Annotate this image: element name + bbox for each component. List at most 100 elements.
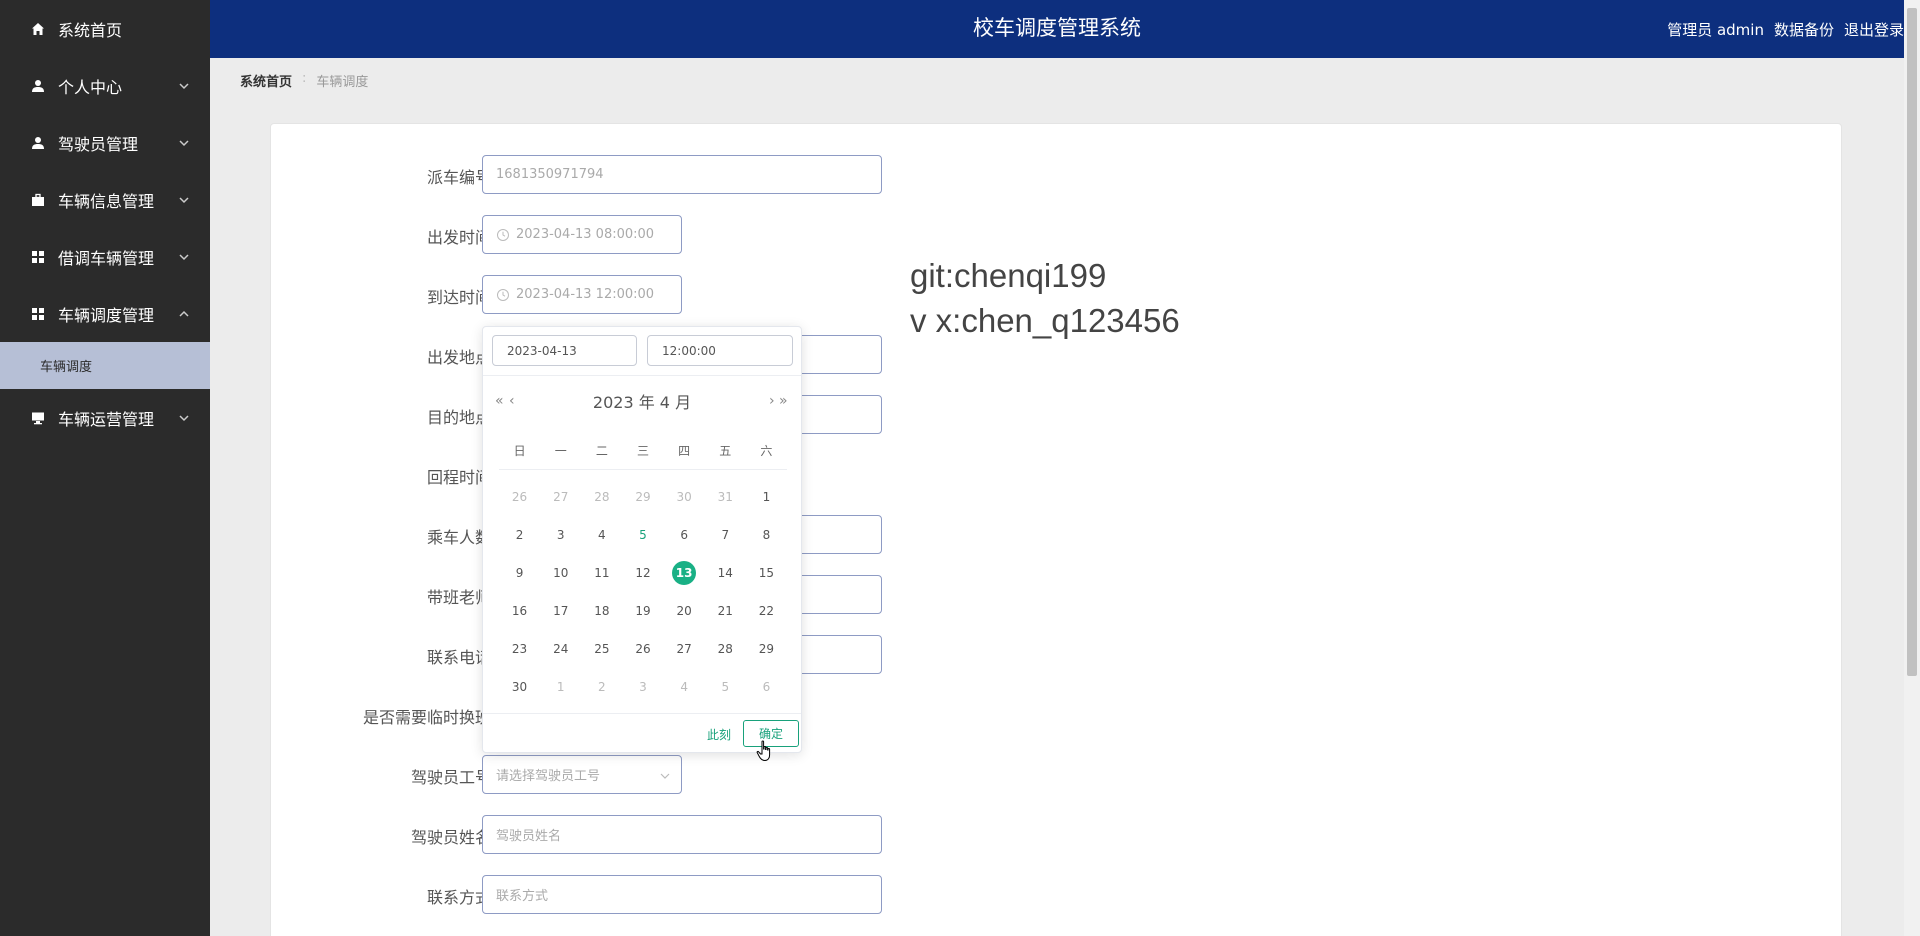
depart-place-label: 出发地点: [426, 348, 491, 367]
driver-id-placeholder: 请选择驾驶员工号: [496, 769, 601, 784]
day-cell[interactable]: 1: [746, 490, 787, 504]
monitor-icon: [30, 410, 46, 426]
briefcase-icon: [30, 192, 46, 208]
sidebar-item-label: 个人中心: [58, 77, 123, 97]
day-cell[interactable]: 7: [705, 528, 746, 542]
picker-day-grid: 26 27 28 29 30 31 1 2 3 4 5 6 7 8 9 10 1…: [499, 478, 787, 706]
day-cell[interactable]: 4: [664, 680, 705, 694]
sidebar-item-label: 车辆运营管理: [58, 409, 155, 429]
day-cell[interactable]: 28: [705, 642, 746, 656]
day-cell[interactable]: 21: [705, 604, 746, 618]
sidebar-item-operations[interactable]: 车辆运营管理: [0, 389, 210, 446]
day-cell[interactable]: 16: [499, 604, 540, 618]
day-cell[interactable]: 30: [664, 490, 705, 504]
dispatch-no-value: 1681350971794: [496, 167, 604, 182]
driver-name-field[interactable]: 驾驶员姓名: [482, 815, 882, 854]
next-year-button[interactable]: »: [779, 393, 787, 409]
day-cell[interactable]: 29: [746, 642, 787, 656]
arrive-time-label: 到达时间: [426, 288, 491, 307]
day-cell[interactable]: 3: [540, 528, 581, 542]
sidebar-item-label: 车辆信息管理: [58, 191, 155, 211]
day-cell[interactable]: 11: [581, 566, 622, 580]
day-cell[interactable]: 9: [499, 566, 540, 580]
picker-date-input[interactable]: 2023-04-13: [492, 335, 637, 366]
logout-link[interactable]: 退出登录: [1844, 19, 1904, 40]
day-cell[interactable]: 26: [622, 642, 663, 656]
day-cell[interactable]: 17: [540, 604, 581, 618]
sidebar-subitem-dispatch[interactable]: 车辆调度: [0, 342, 210, 389]
chevron-down-icon: [179, 139, 189, 146]
day-cell[interactable]: 22: [746, 604, 787, 618]
scrollbar-thumb[interactable]: [1907, 8, 1917, 676]
weekday-label: 二: [595, 444, 608, 458]
week-row: 30 1 2 3 4 5 6: [499, 668, 787, 706]
day-cell[interactable]: 20: [664, 604, 705, 618]
contact-label: 联系方式: [426, 888, 491, 907]
breadcrumb-home[interactable]: 系统首页: [240, 71, 292, 90]
arrive-time-field[interactable]: 2023-04-13 12:00:00: [482, 275, 682, 314]
sidebar-item-label: 借调车辆管理: [58, 248, 155, 268]
sidebar-item-label: 系统首页: [58, 20, 123, 40]
sidebar-item-drivers[interactable]: 驾驶员管理: [0, 114, 210, 171]
dispatch-no-field[interactable]: 1681350971794: [482, 155, 882, 194]
day-cell[interactable]: 6: [746, 680, 787, 694]
week-row: 9 10 11 12 13 14 15: [499, 554, 787, 592]
day-cell-today[interactable]: 5: [622, 528, 663, 542]
day-cell[interactable]: 3: [622, 680, 663, 694]
breadcrumb-separator: :: [302, 71, 307, 86]
hand-cursor-icon: [756, 740, 771, 762]
day-cell[interactable]: 27: [540, 490, 581, 504]
day-cell[interactable]: 1: [540, 680, 581, 694]
depart-time-field[interactable]: 2023-04-13 08:00:00: [482, 215, 682, 254]
day-cell[interactable]: 12: [622, 566, 663, 580]
day-cell[interactable]: 30: [499, 680, 540, 694]
driver-id-select[interactable]: 请选择驾驶员工号: [482, 755, 682, 794]
data-backup-link[interactable]: 数据备份: [1774, 19, 1834, 40]
teacher-label: 带班老师: [426, 588, 491, 607]
picker-month-header: 2023 年 4 月: [592, 393, 692, 412]
day-cell[interactable]: 18: [581, 604, 622, 618]
day-cell[interactable]: 8: [746, 528, 787, 542]
user-icon: [30, 78, 46, 94]
day-cell[interactable]: 24: [540, 642, 581, 656]
day-cell[interactable]: 2: [581, 680, 622, 694]
day-cell[interactable]: 10: [540, 566, 581, 580]
weekday-label: 一: [554, 444, 567, 458]
sidebar-item-home[interactable]: 系统首页: [0, 0, 210, 57]
day-cell[interactable]: 28: [581, 490, 622, 504]
day-cell[interactable]: 31: [705, 490, 746, 504]
sidebar-item-vehicle-info[interactable]: 车辆信息管理: [0, 171, 210, 228]
day-cell[interactable]: 27: [664, 642, 705, 656]
sidebar-item-personal[interactable]: 个人中心: [0, 57, 210, 114]
top-header: 校车调度管理系统 管理员 admin 数据备份 退出登录: [210, 0, 1904, 58]
day-cell[interactable]: 29: [622, 490, 663, 504]
day-cell[interactable]: 23: [499, 642, 540, 656]
grid-icon: [30, 249, 46, 265]
driver-name-label: 驾驶员姓名: [410, 828, 491, 847]
sidebar: 系统首页 个人中心 驾驶员管理 车辆信息管理 借调车辆管理 车辆调度管理 车辆调…: [0, 0, 210, 936]
day-cell[interactable]: 25: [581, 642, 622, 656]
day-cell[interactable]: 2: [499, 528, 540, 542]
day-cell[interactable]: 4: [581, 528, 622, 542]
picker-now-button[interactable]: 此刻: [707, 726, 731, 743]
depart-time-label: 出发时间: [426, 228, 491, 247]
day-cell-selected[interactable]: 13: [664, 561, 705, 585]
day-cell[interactable]: 19: [622, 604, 663, 618]
chevron-down-icon: [179, 253, 189, 260]
day-cell[interactable]: 5: [705, 680, 746, 694]
contact-field[interactable]: 联系方式: [482, 875, 882, 914]
weekday-label: 日: [513, 444, 526, 458]
day-cell[interactable]: 15: [746, 566, 787, 580]
phone-label: 联系电话: [426, 648, 491, 667]
picker-time-input[interactable]: 12:00:00: [647, 335, 793, 366]
sidebar-item-dispatch[interactable]: 车辆调度管理: [0, 285, 210, 342]
day-cell[interactable]: 6: [664, 528, 705, 542]
day-cell[interactable]: 26: [499, 490, 540, 504]
next-month-button[interactable]: ›: [769, 393, 774, 409]
sidebar-item-label: 驾驶员管理: [58, 134, 139, 154]
picker-date-value: 2023-04-13: [507, 343, 577, 358]
sidebar-item-loan-vehicles[interactable]: 借调车辆管理: [0, 228, 210, 285]
arrive-time-value: 2023-04-13 12:00:00: [516, 287, 655, 302]
page-scrollbar[interactable]: [1904, 0, 1920, 936]
day-cell[interactable]: 14: [705, 566, 746, 580]
